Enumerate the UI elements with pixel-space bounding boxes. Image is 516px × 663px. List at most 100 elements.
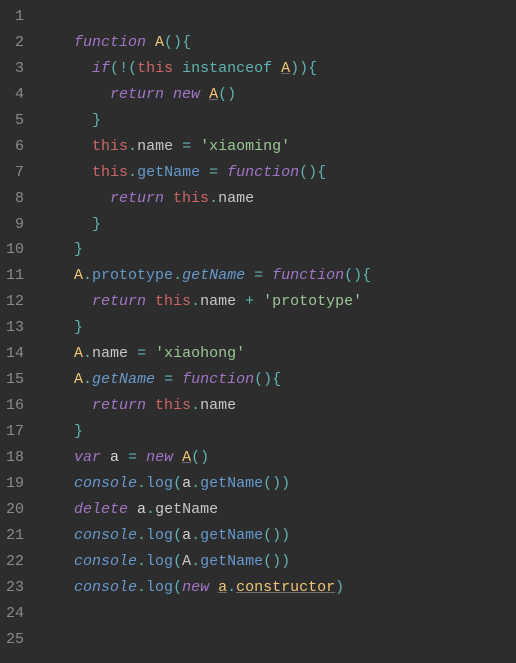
code-content[interactable]: return this.name (38, 393, 236, 419)
code-token: a (110, 449, 119, 466)
code-token: 'xiaoming' (200, 138, 290, 155)
code-token: . (191, 397, 200, 414)
code-token: . (137, 527, 146, 544)
code-line[interactable]: 14 A.name = 'xiaohong' (0, 341, 516, 367)
code-content[interactable]: console.log(new a.constructor) (38, 575, 344, 601)
code-content[interactable]: } (38, 315, 83, 341)
code-line[interactable]: 4 return new A() (0, 82, 516, 108)
code-token: A (182, 553, 191, 570)
code-token: ) (335, 579, 344, 596)
code-content[interactable]: console.log(a.getName()) (38, 471, 290, 497)
code-token: new (182, 579, 218, 596)
code-token: return (110, 86, 173, 103)
code-line[interactable]: 1 (0, 4, 516, 30)
line-number: 5 (0, 108, 38, 134)
code-content[interactable]: function A(){ (38, 30, 191, 56)
code-line[interactable]: 10 } (0, 237, 516, 263)
line-number: 24 (0, 601, 38, 627)
code-editor[interactable]: 1 2 function A(){3 if(!(this instanceof … (0, 0, 516, 652)
code-content[interactable] (38, 627, 74, 653)
code-content[interactable]: console.log(a.getName()) (38, 523, 290, 549)
code-line[interactable]: 9 } (0, 212, 516, 238)
code-token: function (74, 34, 155, 51)
line-number: 18 (0, 445, 38, 471)
code-token: var (74, 449, 110, 466)
code-token (74, 60, 92, 77)
code-content[interactable]: } (38, 212, 101, 238)
line-number: 25 (0, 627, 38, 653)
code-content[interactable] (38, 601, 74, 627)
code-line[interactable]: 11 A.prototype.getName = function(){ (0, 263, 516, 289)
code-token: this (155, 293, 191, 310)
code-line[interactable]: 25 (0, 627, 516, 653)
code-line[interactable]: 8 return this.name (0, 186, 516, 212)
code-content[interactable]: A.getName = function(){ (38, 367, 281, 393)
code-content[interactable]: if(!(this instanceof A)){ (38, 56, 317, 82)
code-content[interactable]: return new A() (38, 82, 236, 108)
code-token: . (83, 267, 92, 284)
code-line[interactable]: 13 } (0, 315, 516, 341)
code-line[interactable]: 19 console.log(a.getName()) (0, 471, 516, 497)
code-token: = (119, 449, 146, 466)
code-token: . (83, 345, 92, 362)
line-number: 4 (0, 82, 38, 108)
code-token: ! (119, 60, 128, 77)
code-line[interactable]: 23 console.log(new a.constructor) (0, 575, 516, 601)
code-content[interactable]: this.getName = function(){ (38, 160, 326, 186)
code-token: { (182, 34, 191, 51)
code-token: } (92, 112, 101, 129)
code-content[interactable]: this.name = 'xiaoming' (38, 134, 290, 160)
code-token: . (137, 579, 146, 596)
code-line[interactable]: 22 console.log(A.getName()) (0, 549, 516, 575)
code-token: () (299, 164, 317, 181)
code-line[interactable]: 12 return this.name + 'prototype' (0, 289, 516, 315)
line-number: 15 (0, 367, 38, 393)
code-line[interactable]: 17 } (0, 419, 516, 445)
code-content[interactable]: delete a.getName (38, 497, 218, 523)
code-line[interactable]: 15 A.getName = function(){ (0, 367, 516, 393)
code-token: A (182, 449, 191, 466)
code-token: { (308, 60, 317, 77)
code-token: . (209, 190, 218, 207)
code-content[interactable]: A.name = 'xiaohong' (38, 341, 245, 367)
code-content[interactable]: } (38, 419, 83, 445)
line-number: 22 (0, 549, 38, 575)
code-token: } (92, 216, 101, 233)
code-token: a (218, 579, 227, 596)
code-token: A (281, 60, 290, 77)
code-token: } (74, 319, 83, 336)
code-content[interactable]: A.prototype.getName = function(){ (38, 263, 371, 289)
code-token: log (146, 579, 173, 596)
code-token: a (182, 527, 191, 544)
code-line[interactable]: 2 function A(){ (0, 30, 516, 56)
code-content[interactable]: var a = new A() (38, 445, 209, 471)
code-token: function (182, 371, 254, 388)
code-line[interactable]: 21 console.log(a.getName()) (0, 523, 516, 549)
code-content[interactable]: return this.name + 'prototype' (38, 289, 362, 315)
line-number: 16 (0, 393, 38, 419)
code-line[interactable]: 16 return this.name (0, 393, 516, 419)
line-number: 19 (0, 471, 38, 497)
code-line[interactable]: 5 } (0, 108, 516, 134)
code-line[interactable]: 24 (0, 601, 516, 627)
code-content[interactable]: } (38, 237, 83, 263)
code-token: . (191, 293, 200, 310)
code-token: A (74, 267, 83, 284)
line-number: 7 (0, 160, 38, 186)
code-line[interactable]: 6 this.name = 'xiaoming' (0, 134, 516, 160)
code-line[interactable]: 3 if(!(this instanceof A)){ (0, 56, 516, 82)
code-token: ( (173, 553, 182, 570)
code-content[interactable]: return this.name (38, 186, 254, 212)
code-line[interactable]: 20 delete a.getName (0, 497, 516, 523)
line-number: 13 (0, 315, 38, 341)
code-line[interactable]: 18 var a = new A() (0, 445, 516, 471)
code-content[interactable]: console.log(A.getName()) (38, 549, 290, 575)
code-content[interactable]: } (38, 108, 101, 134)
code-line[interactable]: 7 this.getName = function(){ (0, 160, 516, 186)
code-token: { (317, 164, 326, 181)
code-token: console (74, 527, 137, 544)
code-token: { (272, 371, 281, 388)
code-token: instanceof (182, 60, 281, 77)
code-token: console (74, 579, 137, 596)
code-content[interactable] (38, 4, 74, 30)
